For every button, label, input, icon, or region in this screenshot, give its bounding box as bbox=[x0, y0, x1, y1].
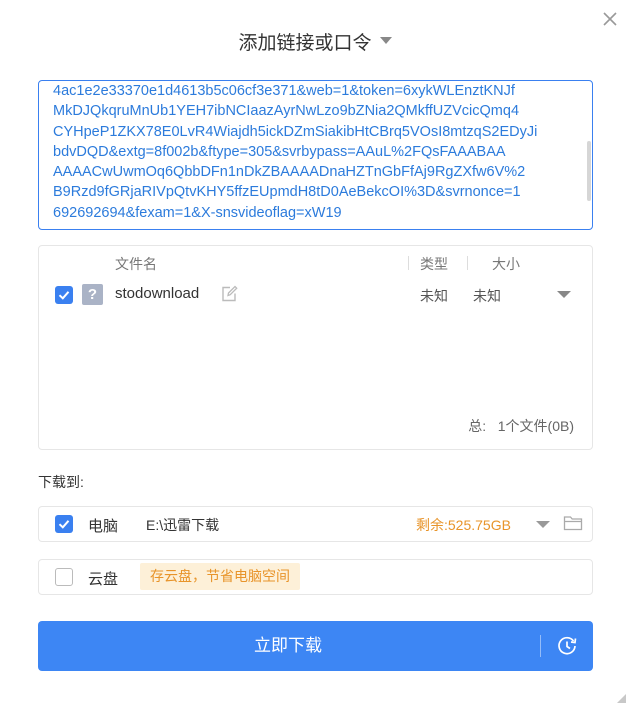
folder-icon[interactable] bbox=[563, 514, 583, 532]
button-divider bbox=[540, 635, 541, 657]
url-line: bdvDQD&extg=8f002b&ftype=305&svrbypass=A… bbox=[53, 143, 506, 160]
cloud-option[interactable]: 云盘 存云盘，节省电脑空间 bbox=[38, 559, 593, 595]
url-scrollbar[interactable] bbox=[587, 141, 591, 201]
unknown-file-icon: ? bbox=[82, 284, 103, 305]
dialog-title: 添加链接或口令 bbox=[238, 33, 372, 54]
check-icon bbox=[58, 520, 70, 529]
url-line: MkDJQkqruMnUb1YEH7ibNCIaazAyrNwLzo9bZNia… bbox=[53, 103, 520, 120]
cloud-tip: 存云盘，节省电脑空间 bbox=[140, 563, 300, 590]
computer-option[interactable]: 电脑 E:\迅雷下载 剩余:525.75GB bbox=[38, 506, 593, 542]
url-input[interactable]: 4ac1e2e33370e1d4613b5c06cf3e371&web=1&to… bbox=[38, 80, 593, 230]
dialog-title-area[interactable]: 添加链接或口令 bbox=[0, 28, 630, 55]
download-now-label: 立即下载 bbox=[254, 636, 322, 655]
file-name: stodownload bbox=[115, 285, 200, 302]
file-total: 总: 1个文件(0B) bbox=[468, 416, 574, 436]
total-label: 总: bbox=[468, 418, 487, 434]
column-header-size[interactable]: 大小 bbox=[492, 254, 520, 274]
download-to-label: 下载到: bbox=[38, 474, 84, 490]
total-value: 1个文件(0B) bbox=[497, 418, 574, 434]
file-size: 未知 bbox=[473, 288, 501, 304]
computer-checkbox[interactable] bbox=[55, 515, 73, 533]
clock-icon[interactable] bbox=[556, 635, 578, 657]
file-type: 未知 bbox=[420, 288, 448, 304]
close-icon bbox=[603, 12, 617, 26]
resize-grip[interactable] bbox=[617, 694, 626, 703]
url-line: 692692694&fexam=1&X-snsvideoflag=xW19 bbox=[53, 204, 342, 221]
file-checkbox[interactable] bbox=[55, 286, 73, 304]
download-now-button[interactable]: 立即下载 bbox=[38, 621, 593, 671]
chevron-down-icon[interactable] bbox=[379, 37, 392, 44]
url-line: CYHpeP1ZKX78E0LvR4Wiajdh5ickDZmSiakibHtC… bbox=[53, 123, 538, 140]
edit-icon[interactable] bbox=[220, 285, 238, 303]
column-header-name[interactable]: 文件名 bbox=[115, 254, 157, 274]
file-list: 文件名 类型 大小 ? stodownload 未知 未知 总: 1个文件(0B… bbox=[38, 245, 593, 450]
remaining-space: 剩余:525.75GB bbox=[416, 517, 511, 533]
url-line: 4ac1e2e33370e1d4613b5c06cf3e371&web=1&to… bbox=[53, 83, 515, 99]
column-divider[interactable] bbox=[467, 256, 468, 270]
download-path[interactable]: E:\迅雷下载 bbox=[146, 515, 219, 535]
column-divider[interactable] bbox=[408, 256, 409, 270]
cloud-checkbox[interactable] bbox=[55, 568, 73, 586]
cloud-label: 云盘 bbox=[88, 571, 119, 588]
url-text[interactable]: 4ac1e2e33370e1d4613b5c06cf3e371&web=1&to… bbox=[53, 81, 583, 223]
url-line: B9Rzd9fGRjaRIVpQtvKHY5ffzEUpmdH8tD0AeBek… bbox=[53, 184, 521, 201]
url-line: AAAACwUwmOq6QbbDFn1nDkZBAAAADnaHZTnGbFfA… bbox=[53, 164, 526, 181]
chevron-down-icon[interactable] bbox=[557, 291, 571, 298]
column-header-type[interactable]: 类型 bbox=[420, 254, 448, 274]
check-icon bbox=[58, 291, 70, 300]
chevron-down-icon[interactable] bbox=[536, 521, 550, 528]
close-button[interactable] bbox=[599, 8, 621, 30]
computer-label: 电脑 bbox=[88, 518, 119, 535]
